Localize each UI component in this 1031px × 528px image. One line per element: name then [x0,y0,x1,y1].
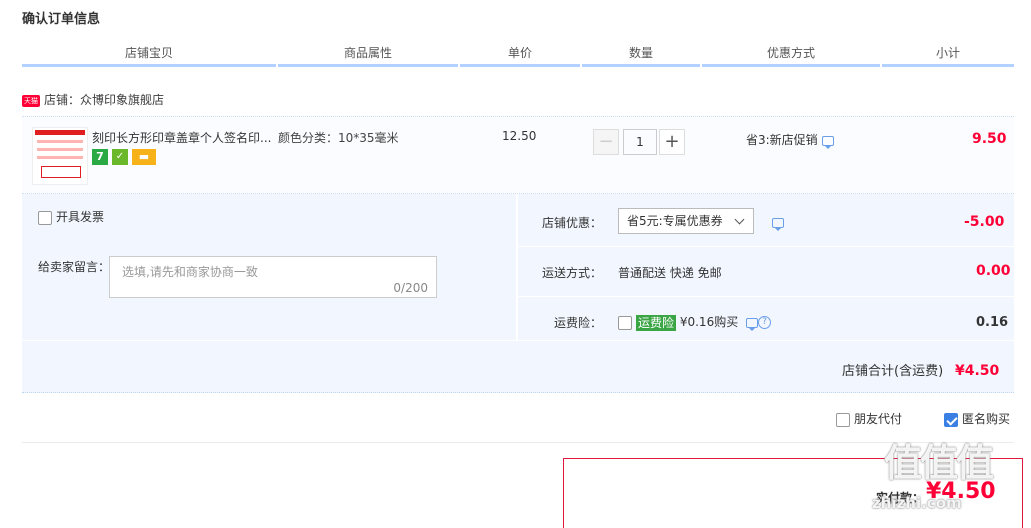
shop-row: 天猫 店铺：众博印象旗舰店 [22,92,164,108]
anonymous-label: 匿名购买 [962,412,1011,426]
col-item: 店铺宝贝 [22,44,276,67]
friend-pay-checkbox[interactable] [836,412,850,427]
insurance-option[interactable]: 运费险 ¥0.16购买 ? [618,313,772,331]
shop-discount-label: 店铺优惠： [542,216,603,230]
shipping-amount: 0.00 [976,263,1011,279]
shop-discount-selected: 省5元:专属优惠券 [627,214,723,228]
insurance-checkbox[interactable] [618,315,632,330]
invoice-option[interactable]: 开具发票 [38,208,104,225]
chat-icon[interactable] [772,217,784,231]
shop-total-label: 店铺合计(含运费) [842,364,944,379]
col-subtotal: 小计 [882,44,1014,67]
insurance-price: ¥0.16购买 [679,315,739,329]
friend-pay-label: 朋友代付 [854,412,903,426]
quantity-input[interactable]: 1 [623,129,657,155]
product-attribute: 颜色分类：10*35毫米 [278,131,399,145]
product-thumbnail[interactable] [32,127,88,185]
chevron-down-icon [734,214,745,225]
col-qty: 数量 [582,44,700,67]
credit-card-icon[interactable]: ▬ [132,149,156,165]
anonymous-option[interactable]: 匿名购买 [944,410,1010,427]
shop-discount-select[interactable]: 省5元:专属优惠券 [618,208,754,234]
column-header: 店铺宝贝 商品属性 单价 数量 优惠方式 小计 [22,44,1014,67]
watermark-site: zhizhi.com [872,494,962,512]
insurance-tag: 运费险 [636,314,677,331]
shipping-label: 运送方式： [542,266,603,280]
invoice-checkbox[interactable] [38,210,52,225]
col-promo: 优惠方式 [702,44,880,67]
message-label: 给卖家留言： [38,260,111,274]
col-price: 单价 [460,44,580,67]
shop-total: 店铺合计(含运费) ¥4.50 [842,360,999,379]
watermark-brand: 值值值 [884,441,994,485]
seven-day-return-icon[interactable]: 7 [92,149,108,165]
invoice-label: 开具发票 [56,210,105,224]
order-options-panel: 开具发票 给卖家留言： 选填,请先和商家协商一致 0/200 店铺优惠： 省5元… [22,194,1014,393]
shop-discount-amount: -5.00 [964,214,1005,230]
quantity-decrease-button[interactable]: − [593,129,619,155]
order-item-row: 刻印长方形印章盖章个人签名印... 7 ✓ ▬ 颜色分类：10*35毫米 12.… [22,116,1014,194]
insurance-label: 运费险： [554,316,603,330]
tmall-icon: 天猫 [22,94,40,107]
product-name[interactable]: 刻印长方形印章盖章个人签名印... [92,129,271,146]
message-counter: 0/200 [393,281,428,295]
promotion: 省3:新店促销 [746,131,834,149]
shop-label: 店铺： [44,93,81,107]
message-placeholder: 选填,请先和商家协商一致 [122,265,258,279]
item-subtotal: 9.50 [972,131,1007,147]
seller-message-input[interactable]: 选填,请先和商家协商一致 0/200 [109,256,437,298]
anonymous-checkbox[interactable] [944,412,958,427]
quantity-increase-button[interactable]: + [659,129,685,155]
help-icon[interactable]: ? [758,316,772,329]
page-title: 确认订单信息 [22,12,101,27]
chat-icon[interactable] [821,135,834,149]
shop-total-value: ¥4.50 [954,363,1000,379]
col-attr: 商品属性 [278,44,458,67]
shop-name[interactable]: 众博印象旗舰店 [80,93,164,107]
insurance-amount: 0.16 [976,315,1009,330]
guarantee-icon[interactable]: ✓ [112,149,128,165]
chat-icon[interactable] [746,317,759,331]
friend-pay-option[interactable]: 朋友代付 [836,410,902,427]
shipping-value: 普通配送 快递 免邮 [618,266,722,280]
divider [22,442,1014,443]
unit-price: 12.50 [502,129,537,143]
promotion-text: 省3:新店促销 [746,133,818,147]
